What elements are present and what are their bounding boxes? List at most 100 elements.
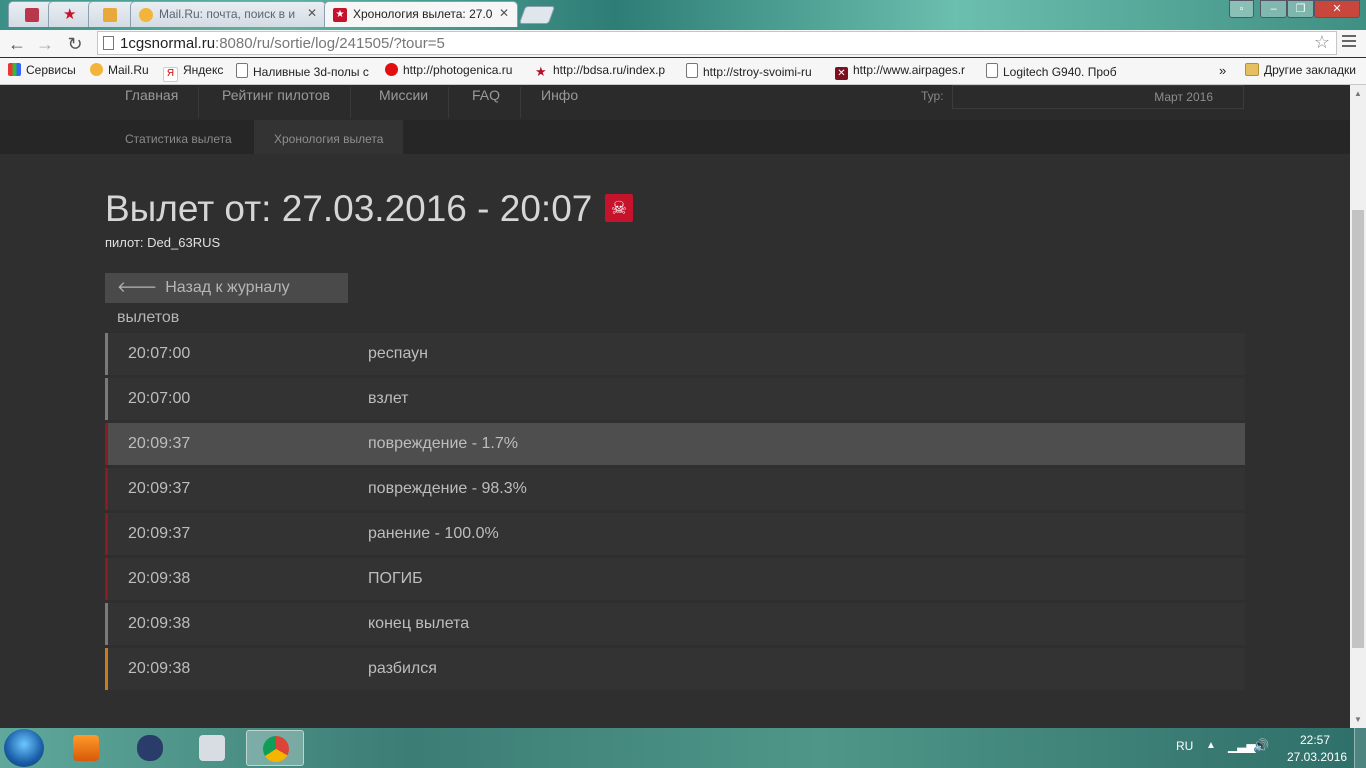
event-time: 20:09:37: [128, 480, 191, 497]
apps-icon: [8, 63, 21, 76]
nav-home[interactable]: Главная: [105, 87, 200, 118]
airpages-icon: ✕: [835, 67, 848, 80]
bookmark-star-icon[interactable]: ☆: [1314, 32, 1330, 53]
address-bar[interactable]: 1cgsnormal.ru:8080/ru/sortie/log/241505/…: [97, 31, 1337, 55]
bookmark-floors[interactable]: Наливные 3d-полы с: [236, 63, 370, 79]
event-time: 20:09:38: [128, 660, 191, 677]
bookmark-mailru[interactable]: Mail.Ru: [90, 63, 149, 77]
other-bookmarks[interactable]: Другие закладки: [1245, 63, 1356, 77]
event-description: конец вылета: [368, 615, 470, 632]
event-description: повреждение - 1.7%: [368, 435, 518, 452]
nav-pilot-rating[interactable]: Рейтинг пилотов: [202, 87, 351, 118]
event-row[interactable]: 20:07:00 респаун: [105, 333, 1245, 375]
back-arrow-icon[interactable]: ←: [6, 33, 28, 55]
gamepad-icon: [137, 735, 163, 761]
user-icon[interactable]: ▫: [1229, 0, 1254, 18]
page-icon: [686, 63, 698, 78]
tab-sortie-stats[interactable]: Статистика вылета: [105, 120, 252, 154]
clock-time[interactable]: 22:57: [1300, 733, 1330, 747]
reload-icon[interactable]: ↻: [64, 33, 86, 55]
scroll-up-icon[interactable]: ▲: [1354, 89, 1362, 98]
puzzle-icon: [103, 8, 117, 22]
sortie-subnav: Статистика вылета Хронология вылета: [0, 120, 1350, 154]
event-row[interactable]: 20:09:38 ПОГИБ: [105, 558, 1245, 600]
tab-title: Хронология вылета: 27.0: [353, 7, 493, 21]
back-to-log-button[interactable]: 🡐 Назад к журналу вылетов: [105, 273, 348, 326]
arrow-left-icon: 🡐: [117, 279, 158, 296]
tour-label: Тур:: [921, 89, 944, 103]
bookmarks-overflow-button[interactable]: »: [1219, 63, 1226, 78]
folder-icon: [1245, 63, 1259, 76]
tour-select[interactable]: Март 2016: [952, 85, 1244, 109]
event-row[interactable]: 20:09:38 конец вылета: [105, 603, 1245, 645]
tab-mailru[interactable]: Mail.Ru: почта, поиск в и ✕: [130, 1, 326, 27]
tab-title: Mail.Ru: почта, поиск в и: [159, 7, 296, 21]
nav-info[interactable]: Инфо: [521, 87, 598, 118]
minimize-button[interactable]: –: [1260, 0, 1287, 18]
clock-date[interactable]: 27.03.2016: [1287, 750, 1347, 764]
yandex-icon: Я: [163, 67, 178, 82]
page-icon: [236, 63, 248, 78]
event-row[interactable]: 20:09:38 разбился: [105, 648, 1245, 690]
maximize-button[interactable]: ❐: [1287, 0, 1314, 18]
red-circle-icon: [385, 63, 398, 76]
event-row[interactable]: 20:07:00 взлет: [105, 378, 1245, 420]
show-hidden-icons-icon[interactable]: ▲: [1206, 740, 1216, 751]
nav-faq[interactable]: FAQ: [452, 87, 522, 118]
red-star-icon: ★: [535, 64, 547, 78]
bookmark-bdsa[interactable]: ★ http://bdsa.ru/index.p: [535, 63, 671, 78]
language-indicator[interactable]: RU: [1176, 739, 1193, 753]
event-time: 20:07:00: [128, 390, 191, 407]
close-icon[interactable]: ✕: [499, 6, 509, 20]
taskbar-game-controllers[interactable]: [121, 730, 179, 766]
event-timeline: 20:07:00 респаун 20:07:00 взлет 20:09:37 повр…: [105, 333, 1245, 693]
main-navigation: Главная Рейтинг пилотов Миссии FAQ Инфо …: [0, 85, 1350, 120]
scrollbar-thumb[interactable]: [1352, 210, 1364, 648]
event-description: разбился: [368, 660, 437, 677]
site-favicon: [25, 8, 39, 22]
calculator-icon: [199, 735, 225, 761]
taskbar-media-player[interactable]: [57, 730, 115, 766]
page-content: Главная Рейтинг пилотов Миссии FAQ Инфо …: [0, 85, 1350, 728]
nav-missions[interactable]: Миссии: [359, 87, 450, 118]
page-icon: [986, 63, 998, 78]
bookmark-services[interactable]: Сервисы: [8, 63, 76, 77]
scroll-down-icon[interactable]: ▼: [1354, 715, 1362, 724]
event-row[interactable]: 20:09:37 повреждение - 98.3%: [105, 468, 1245, 510]
new-tab-button[interactable]: [518, 6, 556, 24]
start-button[interactable]: [4, 729, 44, 767]
tab-sortie-timeline[interactable]: Хронология вылета: [254, 120, 404, 154]
event-time: 20:09:38: [128, 570, 191, 587]
network-icon[interactable]: ▁▃▅: [1228, 739, 1256, 753]
windows-taskbar: RU ▲ ▁▃▅ 🔊 22:57 27.03.2016: [0, 728, 1366, 768]
volume-icon[interactable]: 🔊: [1253, 738, 1269, 754]
pilot-name: пилот: Ded_63RUS: [105, 235, 221, 250]
bookmark-yandex[interactable]: Я Яндекс: [163, 63, 223, 82]
event-description: взлет: [368, 390, 409, 407]
tab-pinned-3[interactable]: [88, 1, 136, 27]
show-desktop-button[interactable]: [1354, 728, 1366, 768]
page-scrollbar[interactable]: ▲ ▼: [1350, 85, 1366, 728]
bookmark-photogenica[interactable]: http://photogenica.ru: [385, 63, 521, 77]
tab-sortie-log[interactable]: ★ Хронология вылета: 27.0 ✕: [324, 1, 518, 27]
forward-arrow-icon[interactable]: →: [34, 33, 56, 55]
event-row[interactable]: 20:09:37 ранение - 100.0%: [105, 513, 1245, 555]
page-title: Вылет от: 27.03.2016 - 20:07: [105, 188, 593, 229]
bookmarks-bar: Сервисы Mail.Ru Я Яндекс Наливные 3d-полы…: [0, 58, 1366, 85]
mailru-icon: [139, 8, 153, 22]
skull-crossbones-icon: ☠: [605, 194, 633, 222]
menu-icon[interactable]: [1342, 35, 1356, 49]
taskbar-chrome[interactable]: [246, 730, 304, 766]
event-time: 20:07:00: [128, 345, 191, 362]
bookmark-airpages[interactable]: ✕ http://www.airpages.r: [835, 63, 971, 80]
taskbar-calculator[interactable]: [183, 730, 241, 766]
event-description: ПОГИБ: [368, 570, 423, 587]
close-window-button[interactable]: ✕: [1314, 0, 1360, 18]
bookmark-logitech[interactable]: Logitech G940. Проб: [986, 63, 1122, 79]
close-icon[interactable]: ✕: [307, 6, 317, 20]
event-row[interactable]: 20:09:37 повреждение - 1.7%: [105, 423, 1245, 465]
chrome-icon: [263, 736, 289, 762]
event-time: 20:09:38: [128, 615, 191, 632]
event-description: ранение - 100.0%: [368, 525, 499, 542]
bookmark-stroy[interactable]: http://stroy-svoimi-ru: [686, 63, 820, 79]
